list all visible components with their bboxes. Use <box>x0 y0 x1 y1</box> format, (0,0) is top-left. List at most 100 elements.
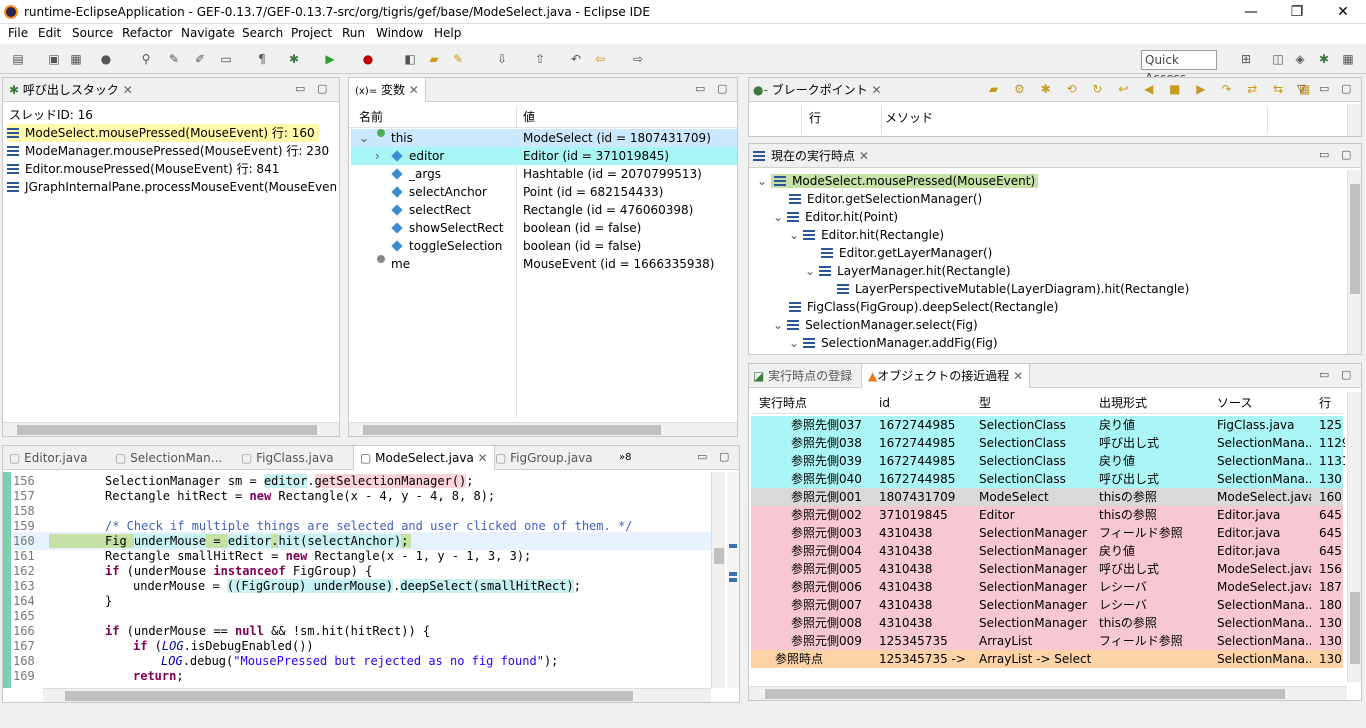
tree-item[interactable]: ⌄ ModeSelect.mousePressed(MouseEvent) <box>757 172 1039 190</box>
pin-icon[interactable]: ✎ <box>166 51 182 67</box>
minimize-view-icon[interactable]: ▭ <box>695 82 705 95</box>
scroll-thumb[interactable] <box>714 548 724 564</box>
mark-occurrences-icon[interactable]: ✐ <box>192 51 208 67</box>
minimize-view-icon[interactable]: ▭ <box>697 450 707 463</box>
menu-refactor[interactable]: Refactor <box>122 26 172 40</box>
col-line[interactable]: 行 <box>809 106 821 130</box>
profile-icon[interactable]: ● <box>98 51 114 67</box>
col-header[interactable]: 実行時点 <box>755 394 807 412</box>
breakpoints-vscroll[interactable] <box>1347 104 1361 136</box>
menu-project[interactable]: Project <box>291 26 332 40</box>
expand-icon[interactable]: ⌄ <box>359 129 369 147</box>
col-header[interactable]: id <box>875 394 890 412</box>
close-icon[interactable]: ✕ <box>1013 369 1023 383</box>
maximize-view-icon[interactable]: ▢ <box>719 450 729 463</box>
table-row[interactable]: 参照元側005 4310438 SelectionManager 呼び出し式 ModeS… <box>751 560 1343 578</box>
variable-row[interactable]: toggleSelection boolean (id = false) <box>351 237 737 255</box>
variables-tab[interactable]: (x)= 変数 ✕ <box>349 78 426 102</box>
scroll-thumb[interactable] <box>1350 184 1360 294</box>
layout-perspective-icon[interactable]: ▦ <box>1340 51 1356 67</box>
approach-hscroll[interactable] <box>749 686 1347 700</box>
maximize-view-icon[interactable]: ▢ <box>317 82 327 95</box>
code-area[interactable]: 156 SelectionManager sm = editor.getSelec… <box>13 472 715 688</box>
scroll-thumb[interactable] <box>1350 592 1360 664</box>
debug-perspective-icon[interactable]: ✱ <box>1316 51 1332 67</box>
paragraph-icon[interactable]: ¶ <box>254 51 270 67</box>
open-perspective-icon[interactable]: ⊞ <box>1238 51 1254 67</box>
tree-item[interactable]: ⌄ LayerManager.hit(Rectangle) <box>805 262 1011 280</box>
prev-annotation-icon[interactable]: ⇧ <box>532 51 548 67</box>
variable-row[interactable]: showSelectRect boolean (id = false) <box>351 219 737 237</box>
editor-tab[interactable]: ▢ Editor.java <box>9 446 88 470</box>
external-tools-icon[interactable]: ● <box>360 51 376 67</box>
view-menu-icon[interactable]: ▽ <box>1297 82 1305 95</box>
table-row[interactable]: 参照元側006 4310438 SelectionManager レシーバ ModeSe… <box>751 578 1343 596</box>
close-icon[interactable]: ✕ <box>1320 2 1366 22</box>
variable-row[interactable]: selectAnchor Point (id = 682154433) <box>351 183 737 201</box>
current-execution-tab[interactable]: 現在の実行時点 ✕ <box>753 144 869 168</box>
menu-window[interactable]: Window <box>376 26 423 40</box>
tree-item[interactable]: ⌄ SelectionManager.select(Fig) <box>773 316 978 334</box>
approach-tab[interactable]: ▲オブジェクトの接近過程 ✕ <box>861 364 1031 388</box>
expand-icon[interactable]: ⌄ <box>773 318 783 332</box>
menu-file[interactable]: File <box>8 26 28 40</box>
variable-row[interactable]: selectRect Rectangle (id = 476060398) <box>351 201 737 219</box>
block-selection-icon[interactable]: ▭ <box>218 51 234 67</box>
new-java-project-icon[interactable]: ◧ <box>402 51 418 67</box>
table-row[interactable]: 参照先側039 1672744985 SelectionClass 戻り値 Select… <box>751 452 1345 470</box>
approach-vscroll[interactable] <box>1347 392 1361 682</box>
overview-marker[interactable] <box>729 544 737 548</box>
table-row[interactable]: 参照先側040 1672744985 SelectionClass 呼び出し式 Sele… <box>751 470 1343 488</box>
col-header[interactable]: 行 <box>1315 394 1331 412</box>
close-icon[interactable]: ✕ <box>871 83 881 97</box>
overview-marker[interactable] <box>729 578 737 582</box>
variable-row[interactable]: ⌄ this ModeSelect (id = 1807431709) <box>351 129 737 147</box>
menu-search[interactable]: Search <box>242 26 283 40</box>
back-icon[interactable]: ⇦ <box>592 51 608 67</box>
variable-row[interactable]: _args Hashtable (id = 2070799513) <box>351 165 737 183</box>
editor-tab-active[interactable]: ▢ ModeSelect.java ✕ <box>353 446 495 470</box>
stack-frame[interactable]: JGraphInternalPane.processMouseEvent(Mou… <box>7 178 337 196</box>
stack-frame[interactable]: ModeManager.mousePressed(MouseEvent) 行: … <box>7 142 329 160</box>
maximize-view-icon[interactable]: ▢ <box>1341 148 1351 161</box>
menu-help[interactable]: Help <box>434 26 461 40</box>
editor-hscroll[interactable] <box>43 688 711 702</box>
editor-tab[interactable]: ▢ SelectionMan... <box>115 446 222 470</box>
git-perspective-icon[interactable]: ◈ <box>1292 51 1308 67</box>
save-all-icon[interactable]: ▦ <box>68 51 84 67</box>
tree-item[interactable]: ⌄ Editor.hit(Point) <box>773 208 898 226</box>
col-header[interactable]: 型 <box>975 394 991 412</box>
col-header[interactable]: 出現形式 <box>1095 394 1147 412</box>
col-name[interactable]: 名前 <box>359 106 383 128</box>
table-row[interactable]: 参照元側003 4310438 SelectionManager フィールド参照 Edi… <box>751 524 1343 542</box>
expand-icon[interactable]: ⌄ <box>789 228 799 242</box>
breakpoint-toolbar-icons[interactable]: ▰ ⚙ ✱ ⟲ ↻ ↩ ◀ ■ ▶ ↷ ⇄ ⇆ ▦ <box>989 82 1316 96</box>
tree-item[interactable]: FigClass(FigGroup).deepSelect(Rectangle) <box>789 298 1058 316</box>
new-icon[interactable]: ▤ <box>10 51 26 67</box>
close-icon[interactable]: ✕ <box>478 451 488 465</box>
variable-row[interactable]: › editor Editor (id = 371019845) <box>351 147 737 165</box>
forward-icon[interactable]: ⇨ <box>630 51 646 67</box>
table-row[interactable]: 参照元側002 371019845 Editor thisの参照 Editor.java… <box>751 506 1343 524</box>
debug-icon[interactable]: ✱ <box>286 51 302 67</box>
minimize-view-icon[interactable]: ▭ <box>1319 82 1329 95</box>
maximize-view-icon[interactable]: ▢ <box>717 82 727 95</box>
scroll-thumb[interactable] <box>17 425 317 435</box>
tree-item[interactable]: LayerPerspectiveMutable(LayerDiagram).hi… <box>837 280 1189 298</box>
table-row[interactable]: 参照元側008 4310438 SelectionManager thisの参照 Sel… <box>751 614 1343 632</box>
java-perspective-icon[interactable]: ◫ <box>1270 51 1286 67</box>
breakpoints-tab[interactable]: ●- ブレークポイント ✕ <box>753 78 882 102</box>
last-edit-icon[interactable]: ↶ <box>568 51 584 67</box>
menu-edit[interactable]: Edit <box>38 26 61 40</box>
tree-item[interactable]: ⌄ SelectionManager.addFig(Fig) <box>789 334 998 352</box>
restore-icon[interactable]: ❐ <box>1274 2 1320 22</box>
next-annotation-icon[interactable]: ⇩ <box>494 51 510 67</box>
expand-icon[interactable]: ⌄ <box>789 336 799 350</box>
quick-access-input[interactable]: Quick Access <box>1141 50 1217 85</box>
close-icon[interactable]: ✕ <box>123 83 133 97</box>
close-icon[interactable]: ✕ <box>859 149 869 163</box>
table-row[interactable]: 参照元側004 4310438 SelectionManager 戻り値 Editor.… <box>751 542 1343 560</box>
editor-tab[interactable]: ▢ FigGroup.java <box>495 446 593 470</box>
close-icon[interactable]: ✕ <box>409 83 419 97</box>
scroll-thumb[interactable] <box>65 691 633 701</box>
